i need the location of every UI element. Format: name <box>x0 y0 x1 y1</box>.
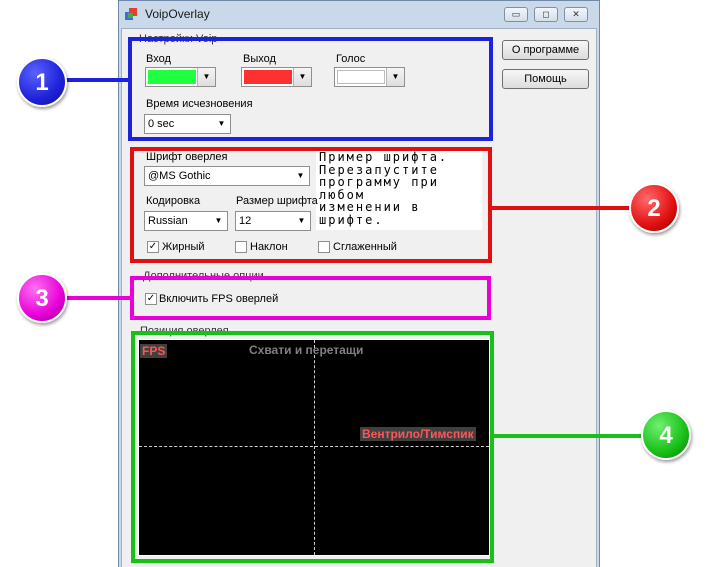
callout-4: 4 <box>641 410 691 460</box>
highlight-frame-4 <box>131 331 494 563</box>
close-icon: ✕ <box>572 9 580 19</box>
connector-1 <box>60 78 130 82</box>
connector-2 <box>490 206 630 210</box>
help-button[interactable]: Помощь <box>502 69 589 89</box>
callout-1: 1 <box>17 57 67 107</box>
about-button[interactable]: О программе <box>502 40 589 60</box>
highlight-frame-1 <box>128 37 493 141</box>
minimize-icon: ▭ <box>511 9 521 19</box>
minimize-button[interactable]: ▭ <box>504 7 528 22</box>
app-icon <box>124 7 138 21</box>
maximize-button[interactable]: ◻ <box>534 7 558 22</box>
maximize-icon: ◻ <box>542 9 550 19</box>
close-button[interactable]: ✕ <box>564 7 588 22</box>
callout-2: 2 <box>629 183 679 233</box>
connector-3 <box>60 296 132 300</box>
highlight-frame-3 <box>130 276 491 320</box>
callout-3: 3 <box>17 273 67 323</box>
connector-4 <box>492 434 642 438</box>
window-title: VoipOverlay <box>145 7 210 21</box>
highlight-frame-2 <box>130 147 492 263</box>
